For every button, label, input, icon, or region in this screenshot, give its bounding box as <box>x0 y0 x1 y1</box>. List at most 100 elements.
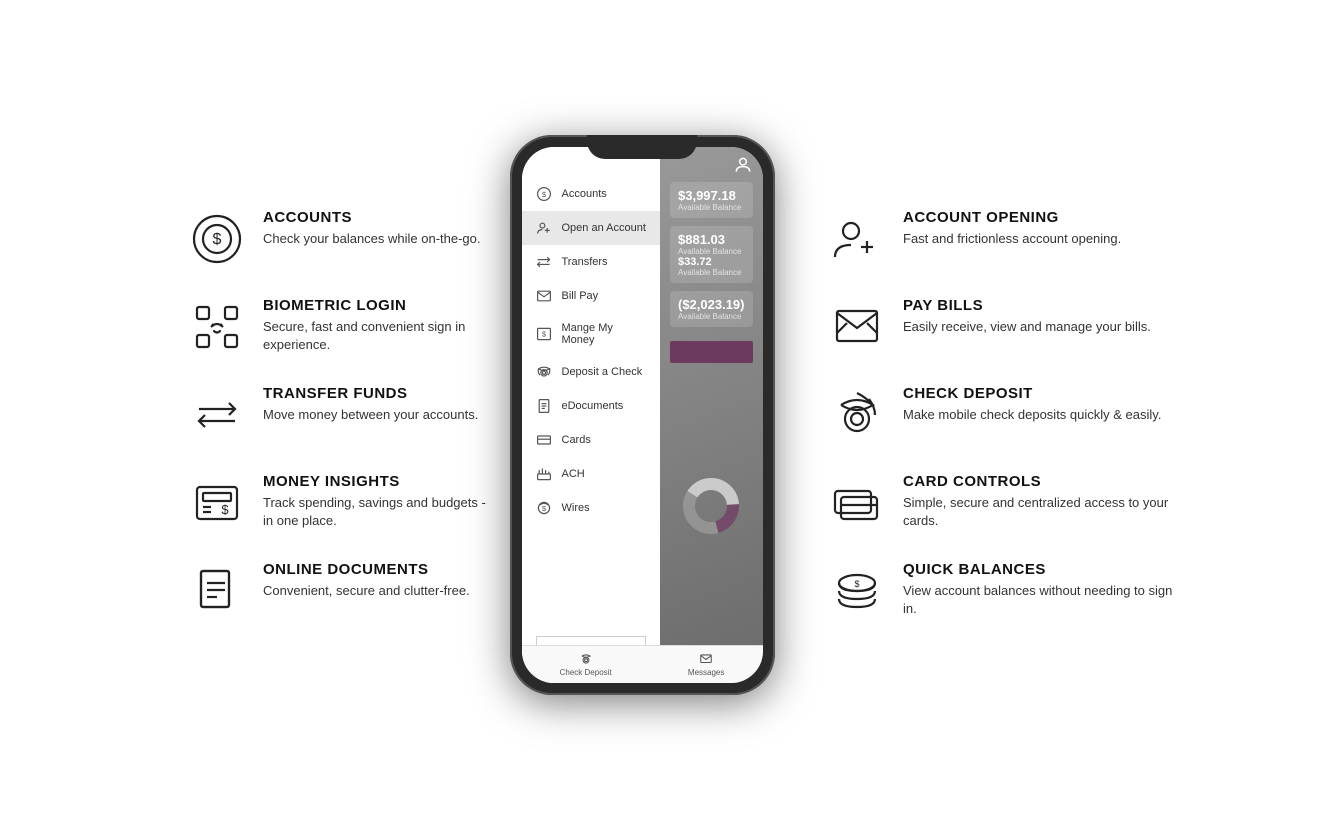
menu-label-open-account: Open an Account <box>562 222 646 234</box>
accounts-text: ACCOUNTS Check your balances while on-th… <box>263 209 481 249</box>
menu-item-edocuments[interactable]: eDocuments <box>522 389 661 423</box>
bottom-nav-check-label: Check Deposit <box>560 668 612 677</box>
check-deposit-desc: Make mobile check deposits quickly & eas… <box>903 406 1161 425</box>
right-features: ACCOUNT OPENING Fast and frictionless ac… <box>797 209 1187 621</box>
biometric-title: BIOMETRIC LOGIN <box>263 297 487 314</box>
biometric-desc: Secure, fast and convenient sign in expe… <box>263 318 487 356</box>
transfer-title: TRANSFER FUNDS <box>263 385 478 402</box>
account-card-3: ($2,023.19) Available Balance <box>670 291 753 327</box>
bottom-nav: Check Deposit Messages <box>522 645 763 683</box>
phone-mockup: $ Accounts Open an A <box>497 135 787 695</box>
account-card-2: $881.03 Available Balance $33.72 Availab… <box>670 226 753 283</box>
money-insights-icon: $ <box>187 473 247 533</box>
account-opening-text: ACCOUNT OPENING Fast and frictionless ac… <box>903 209 1121 249</box>
svg-text:$: $ <box>542 504 546 513</box>
accounts-title: ACCOUNTS <box>263 209 481 226</box>
account-label-1: Available Balance <box>678 203 745 212</box>
check-deposit-title: CHECK DEPOSIT <box>903 385 1161 402</box>
online-docs-title: ONLINE DOCUMENTS <box>263 561 470 578</box>
feature-quick-balances: $ QUICK BALANCES View account balances w… <box>827 561 1187 621</box>
pay-bills-title: PAY BILLS <box>903 297 1151 314</box>
account-label-2: Available Balance <box>678 247 745 256</box>
bottom-nav-messages-label: Messages <box>688 668 724 677</box>
card-controls-text: CARD CONTROLS Simple, secure and central… <box>903 473 1187 532</box>
svg-text:$: $ <box>213 231 222 248</box>
account-amount-2b: $33.72 <box>678 256 745 268</box>
quick-balances-icon: $ <box>827 561 887 621</box>
feature-biometric: BIOMETRIC LOGIN Secure, fast and conveni… <box>187 297 487 357</box>
card-controls-desc: Simple, secure and centralized access to… <box>903 494 1187 532</box>
feature-accounts: $ ACCOUNTS Check your balances while on-… <box>187 209 487 269</box>
menu-item-manage-money[interactable]: $ Mange My Money <box>522 313 661 355</box>
phone-screen: $ Accounts Open an A <box>522 147 763 683</box>
money-insights-text: MONEY INSIGHTS Track spending, savings a… <box>263 473 487 532</box>
pay-bills-text: PAY BILLS Easily receive, view and manag… <box>903 297 1151 337</box>
svg-text:$: $ <box>542 329 546 338</box>
biometric-icon <box>187 297 247 357</box>
online-docs-text: ONLINE DOCUMENTS Convenient, secure and … <box>263 561 470 601</box>
check-deposit-text: CHECK DEPOSIT Make mobile check deposits… <box>903 385 1161 425</box>
menu-item-open-account[interactable]: Open an Account <box>522 211 661 245</box>
account-label-2b: Available Balance <box>678 268 745 277</box>
menu-label-billpay: Bill Pay <box>562 290 599 302</box>
menu-label-cards: Cards <box>562 434 591 446</box>
menu-label-edocuments: eDocuments <box>562 400 624 412</box>
account-opening-desc: Fast and frictionless account opening. <box>903 230 1121 249</box>
account-amount-1: $3,997.18 <box>678 188 745 203</box>
transfer-icon <box>187 385 247 445</box>
phone-outer: $ Accounts Open an A <box>510 135 775 695</box>
quick-balances-desc: View account balances without needing to… <box>903 582 1187 620</box>
money-insights-desc: Track spending, savings and budgets - in… <box>263 494 487 532</box>
bottom-nav-messages[interactable]: Messages <box>688 652 724 677</box>
menu-label-wires: Wires <box>562 502 590 514</box>
svg-text:$: $ <box>542 190 546 199</box>
account-opening-title: ACCOUNT OPENING <box>903 209 1121 226</box>
profile-icon[interactable] <box>733 155 753 180</box>
donut-area <box>670 379 753 633</box>
menu-label-accounts: Accounts <box>562 188 607 200</box>
menu-item-transfers[interactable]: Transfers <box>522 245 661 279</box>
biometric-text: BIOMETRIC LOGIN Secure, fast and conveni… <box>263 297 487 356</box>
feature-check-deposit: CHECK DEPOSIT Make mobile check deposits… <box>827 385 1187 445</box>
accounts-panel: $3,997.18 Available Balance $881.03 Avai… <box>660 147 763 683</box>
accounts-icon: $ <box>187 209 247 269</box>
bottom-nav-check-deposit[interactable]: Check Deposit <box>560 652 612 677</box>
menu-item-cards[interactable]: Cards <box>522 423 661 457</box>
feature-pay-bills: PAY BILLS Easily receive, view and manag… <box>827 297 1187 357</box>
account-card-1: $3,997.18 Available Balance <box>670 182 753 218</box>
online-docs-desc: Convenient, secure and clutter-free. <box>263 582 470 601</box>
menu-label-manage-money: Mange My Money <box>562 322 647 346</box>
account-opening-icon <box>827 209 887 269</box>
quick-balances-text: QUICK BALANCES View account balances wit… <box>903 561 1187 620</box>
menu-item-ach[interactable]: ACH <box>522 457 661 491</box>
feature-transfer: TRANSFER FUNDS Move money between your a… <box>187 385 487 445</box>
menu-panel: $ Accounts Open an A <box>522 147 661 683</box>
accounts-desc: Check your balances while on-the-go. <box>263 230 481 249</box>
phone-notch <box>587 135 697 159</box>
menu-label-transfers: Transfers <box>562 256 608 268</box>
transfer-text: TRANSFER FUNDS Move money between your a… <box>263 385 478 425</box>
feature-account-opening: ACCOUNT OPENING Fast and frictionless ac… <box>827 209 1187 269</box>
menu-item-accounts[interactable]: $ Accounts <box>522 177 661 211</box>
menu-label-ach: ACH <box>562 468 585 480</box>
svg-text:$: $ <box>854 579 859 589</box>
svg-text:$: $ <box>221 502 229 517</box>
main-container: $ ACCOUNTS Check your balances while on-… <box>0 135 1334 695</box>
transfer-desc: Move money between your accounts. <box>263 406 478 425</box>
pay-bills-desc: Easily receive, view and manage your bil… <box>903 318 1151 337</box>
account-amount-3: ($2,023.19) <box>678 297 745 312</box>
menu-label-deposit-check: Deposit a Check <box>562 366 643 378</box>
account-amount-2: $881.03 <box>678 232 745 247</box>
feature-online-docs: ONLINE DOCUMENTS Convenient, secure and … <box>187 561 487 621</box>
action-button[interactable] <box>670 341 753 363</box>
money-insights-title: MONEY INSIGHTS <box>263 473 487 490</box>
menu-item-wires[interactable]: $ Wires <box>522 491 661 525</box>
feature-card-controls: CARD CONTROLS Simple, secure and central… <box>827 473 1187 533</box>
feature-money-insights: $ MONEY INSIGHTS Track spending, savings… <box>187 473 487 533</box>
left-features: $ ACCOUNTS Check your balances while on-… <box>147 209 487 621</box>
pay-bills-icon <box>827 297 887 357</box>
online-docs-icon <box>187 561 247 621</box>
menu-item-deposit-check[interactable]: Deposit a Check <box>522 355 661 389</box>
card-controls-title: CARD CONTROLS <box>903 473 1187 490</box>
menu-item-billpay[interactable]: Bill Pay <box>522 279 661 313</box>
